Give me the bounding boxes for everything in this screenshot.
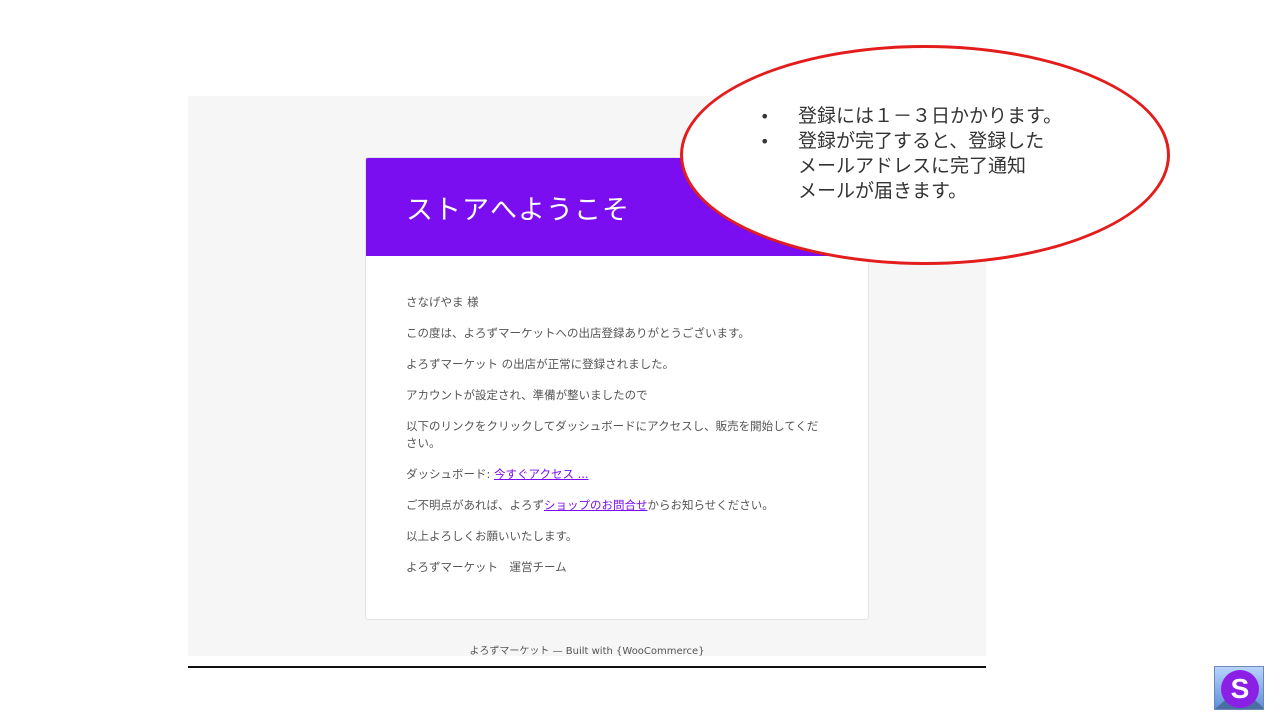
email-body: さなげやま 様 この度は、よろずマーケットへの出店登録ありがとうございます。 よ… (366, 256, 868, 576)
contact-suffix: からお知らせください。 (647, 498, 774, 512)
slide: ストアへようこそ さなげやま 様 この度は、よろずマーケットへの出店登録ありがと… (0, 0, 1280, 720)
thanks-line: この度は、よろずマーケットへの出店登録ありがとうございます。 (406, 326, 750, 340)
contact-line: ご不明点があれば、よろずショップのお問合せからお知らせください。 (406, 497, 828, 514)
logo-letter: S (1221, 670, 1259, 708)
logo-s-icon: S (1214, 666, 1264, 710)
dashboard-line: ダッシュボード: 今すぐアクセス ... (406, 466, 828, 483)
callout-item: 登録には１－３日かかります。 (760, 104, 1062, 129)
signature: よろずマーケット 運営チーム (406, 560, 567, 574)
closing-line: 以上よろしくお願いいたします。 (406, 529, 578, 543)
greeting: さなげやま 様 (406, 295, 479, 309)
email-footer: よろずマーケット — Built with {WooCommerce} (469, 646, 705, 657)
registered-line: よろずマーケット の出店が正常に登録されました。 (406, 357, 675, 371)
callout-item: 登録が完了すると、登録した メールアドレスに完了通知 メールが届きます。 (760, 129, 1062, 204)
ready-line: アカウントが設定され、準備が整いましたので (406, 388, 648, 402)
divider-line (188, 666, 986, 668)
dashboard-label: ダッシュボード: (406, 467, 495, 481)
contact-prefix: ご不明点があれば、よろず (406, 498, 544, 512)
email-title: ストアへようこそ (406, 194, 630, 226)
shop-contact-link[interactable]: ショップのお問合せ (544, 498, 648, 512)
instruction-line: 以下のリンクをクリックしてダッシュボードにアクセスし、販売を開始してください。 (406, 419, 819, 450)
callout-list: 登録には１－３日かかります。 登録が完了すると、登録した メールアドレスに完了通… (760, 104, 1062, 204)
dashboard-link[interactable]: 今すぐアクセス ... (494, 467, 589, 481)
